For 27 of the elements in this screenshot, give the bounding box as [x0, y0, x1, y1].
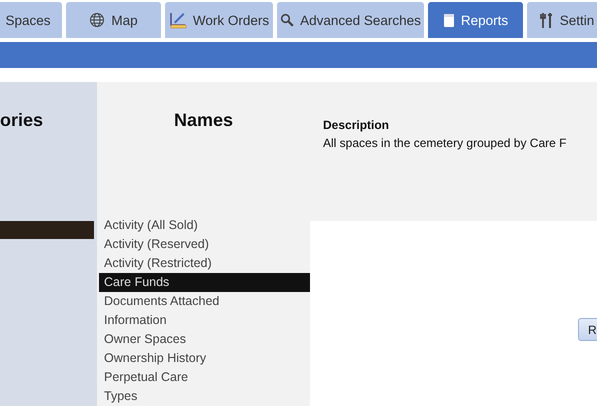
- list-item[interactable]: Care Funds: [99, 273, 310, 292]
- list-item[interactable]: Perpetual Care: [99, 368, 310, 387]
- description-label: Description: [323, 118, 390, 132]
- list-item[interactable]: Information: [99, 311, 310, 330]
- list-item[interactable]: Types: [99, 387, 310, 406]
- list-item[interactable]: Activity (All Sold): [99, 216, 310, 235]
- search-icon: [280, 13, 294, 27]
- notebook-icon: [442, 12, 455, 28]
- list-item[interactable]: Owner Spaces: [99, 330, 310, 349]
- list-item[interactable]: Ownership History: [99, 349, 310, 368]
- column-heading: Names: [97, 82, 310, 216]
- tab[interactable]: Settin: [527, 2, 597, 38]
- tab[interactable]: Map: [66, 2, 161, 38]
- list-item[interactable]: Activity (Restricted): [99, 254, 310, 273]
- tab[interactable]: Advanced Searches: [277, 2, 424, 38]
- tab[interactable]: Work Orders: [165, 2, 273, 38]
- tab[interactable]: Spaces: [0, 2, 62, 38]
- description-text: All spaces in the cemetery grouped by Care F: [323, 136, 568, 150]
- run-button[interactable]: R: [578, 318, 597, 341]
- globe-icon: [89, 12, 106, 28]
- ruler-pencil-icon: [168, 11, 187, 29]
- list-item[interactable]: Activity (Reserved): [99, 235, 310, 254]
- category-item[interactable]: [0, 221, 94, 239]
- list-item[interactable]: Documents Attached: [99, 292, 310, 311]
- column-heading: ories: [0, 109, 44, 132]
- tab[interactable]: Reports: [428, 2, 523, 38]
- tools-icon: [540, 12, 554, 28]
